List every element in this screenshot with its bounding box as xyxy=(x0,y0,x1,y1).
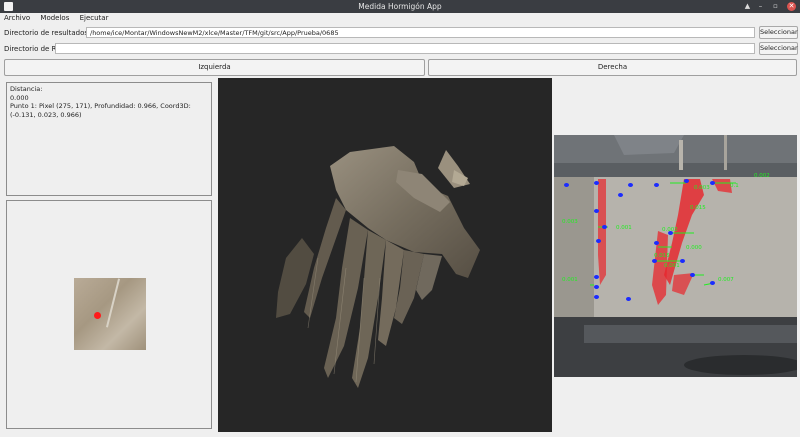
measure-point xyxy=(626,297,631,301)
right-button[interactable]: Derecha xyxy=(428,59,797,76)
measure-point xyxy=(594,285,599,289)
selected-point-marker xyxy=(94,312,101,319)
distance-label: Distancia: xyxy=(10,85,43,93)
menu-modelos[interactable]: Modelos xyxy=(36,13,73,23)
measure-point xyxy=(710,281,715,285)
roi-thumbnail-panel xyxy=(6,200,212,429)
measure-label: 0.003 xyxy=(694,185,710,191)
measure-label: 0.1 xyxy=(730,183,739,189)
menu-ejecutar[interactable]: Ejecutar xyxy=(76,13,113,23)
point-cloud-viewer[interactable] xyxy=(218,78,552,432)
thumbnail-crack xyxy=(105,278,121,328)
measure-label: 0.001 xyxy=(562,277,578,283)
roi-thumbnail xyxy=(74,278,146,350)
measure-point xyxy=(594,295,599,299)
measure-label: 0.003 xyxy=(562,219,578,225)
results-dir-row: Directorio de resultados: /home/ice/Mont… xyxy=(0,26,800,40)
measure-point xyxy=(594,275,599,279)
close-icon[interactable]: ✕ xyxy=(787,2,796,11)
measure-label: 0.001 xyxy=(616,225,632,231)
roi-dir-select-button[interactable]: Seleccionar xyxy=(759,42,798,55)
results-dir-select-button[interactable]: Seleccionar xyxy=(759,26,798,39)
measure-label: 0.002 xyxy=(754,173,770,179)
menu-archivo[interactable]: Archivo xyxy=(0,13,34,23)
measure-point xyxy=(602,225,607,229)
measure-label: 0.000 xyxy=(686,245,702,251)
menu-bar: Archivo Modelos Ejecutar xyxy=(0,13,800,25)
measure-point xyxy=(654,241,659,245)
measure-point xyxy=(594,209,599,213)
measure-point xyxy=(710,181,715,185)
title-bar: Medida Hormigón App ▲ – ▫ ✕ xyxy=(0,0,800,13)
keep-above-icon[interactable]: ▲ xyxy=(743,2,752,11)
measure-label: 0.015 xyxy=(690,205,706,211)
measure-label: 0.001 xyxy=(664,263,680,269)
maximize-icon[interactable]: ▫ xyxy=(771,2,780,11)
measurement-info-panel: Distancia: 0.000 Punto 1: Pixel (275, 17… xyxy=(6,82,212,196)
measure-point xyxy=(564,183,569,187)
measure-label: 0.015 xyxy=(654,253,670,259)
annotated-concrete-photo[interactable]: 0.002 0.1 0.003 0.003 0.015 0.001 0.002 … xyxy=(554,135,797,377)
measure-point xyxy=(618,193,623,197)
measure-point xyxy=(684,179,689,183)
measure-point xyxy=(654,183,659,187)
measure-point xyxy=(594,181,599,185)
measure-label: 0.002 xyxy=(662,227,678,233)
measure-point xyxy=(690,273,695,277)
roi-dir-row: Directorio de ROI: Seleccionar xyxy=(0,42,800,56)
left-button[interactable]: Izquierda xyxy=(4,59,425,76)
measure-point xyxy=(680,259,685,263)
measure-point xyxy=(652,259,657,263)
photo-render xyxy=(554,135,797,377)
minimize-icon[interactable]: – xyxy=(756,2,765,11)
measure-label: 0.007 xyxy=(718,277,734,283)
measure-point xyxy=(628,183,633,187)
window-title: Medida Hormigón App xyxy=(358,2,442,11)
measure-point xyxy=(596,239,601,243)
point-cloud-render xyxy=(276,146,480,388)
point1-info: Punto 1: Pixel (275, 171), Profundidad: … xyxy=(10,102,191,119)
distance-value: 0.000 xyxy=(10,93,29,102)
results-dir-label: Directorio de resultados: xyxy=(4,29,91,37)
roi-dir-field[interactable] xyxy=(55,43,755,54)
results-dir-field[interactable]: /home/ice/Montar/WindowsNewM2/xlce/Maste… xyxy=(86,27,755,38)
